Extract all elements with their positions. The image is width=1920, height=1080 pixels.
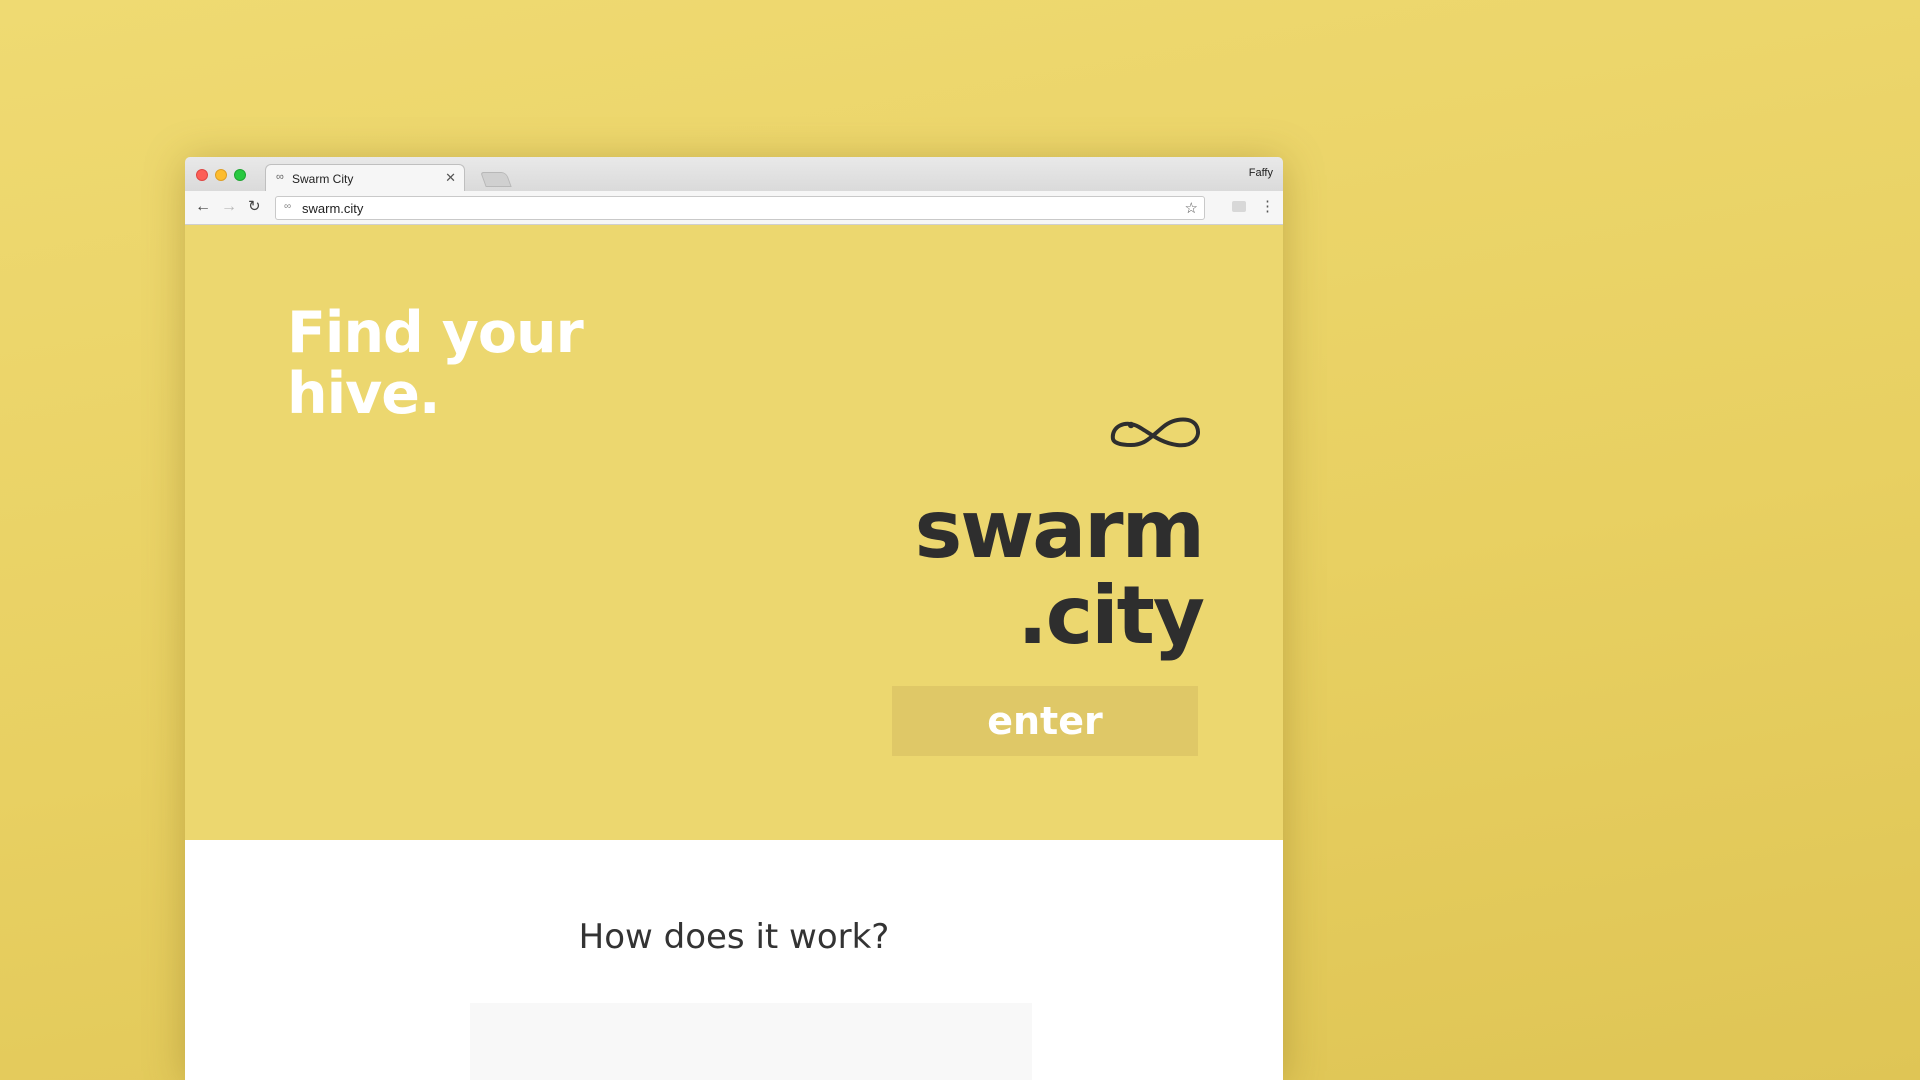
address-bar[interactable]: ∞ swarm.city ☆ — [275, 196, 1205, 220]
enter-button[interactable]: enter — [892, 686, 1198, 756]
how-it-works-section: How does it work? — [185, 840, 1283, 1080]
reload-icon[interactable]: ↻ — [248, 197, 261, 217]
tagline: Find your hive. — [287, 300, 584, 427]
url-text[interactable]: swarm.city — [302, 201, 363, 216]
browser-titlebar: ∞ Swarm City ✕ Faffy — [185, 157, 1283, 191]
profile-name[interactable]: Faffy — [1249, 167, 1273, 179]
section-heading: How does it work? — [578, 917, 890, 957]
star-icon[interactable]: ☆ — [1185, 199, 1198, 217]
new-tab-button[interactable] — [480, 172, 512, 187]
browser-window: ∞ Swarm City ✕ Faffy ← → ↻ ∞ swarm.city … — [185, 157, 1283, 1080]
infinity-logo-icon — [1110, 417, 1200, 448]
brand-line: swarm — [914, 483, 1205, 576]
hero-section: Find your hive. swarm .city enter — [185, 225, 1283, 840]
browser-tab-swarm-city[interactable]: ∞ Swarm City ✕ — [265, 164, 465, 191]
swarm-city-favicon-icon: ∞ — [284, 201, 292, 212]
window-close-button[interactable] — [196, 169, 208, 181]
tagline-line: Find your — [287, 300, 584, 366]
browser-toolbar: ← → ↻ ∞ swarm.city ☆ ⋮ — [185, 191, 1283, 225]
extension-icon[interactable] — [1232, 201, 1246, 212]
tab-title: Swarm City — [292, 172, 354, 186]
back-arrow-icon[interactable]: ← — [195, 197, 211, 217]
swarm-city-favicon-icon: ∞ — [276, 171, 284, 183]
brand-wordmark: swarm .city — [914, 483, 1205, 662]
close-icon[interactable]: ✕ — [445, 170, 456, 186]
brand-line: .city — [1017, 569, 1205, 662]
window-maximize-button[interactable] — [234, 169, 246, 181]
forward-arrow-icon[interactable]: → — [221, 197, 237, 217]
more-vertical-icon[interactable]: ⋮ — [1260, 198, 1275, 216]
window-minimize-button[interactable] — [215, 169, 227, 181]
tagline-line: hive. — [287, 361, 441, 427]
content-card — [470, 1003, 1032, 1080]
